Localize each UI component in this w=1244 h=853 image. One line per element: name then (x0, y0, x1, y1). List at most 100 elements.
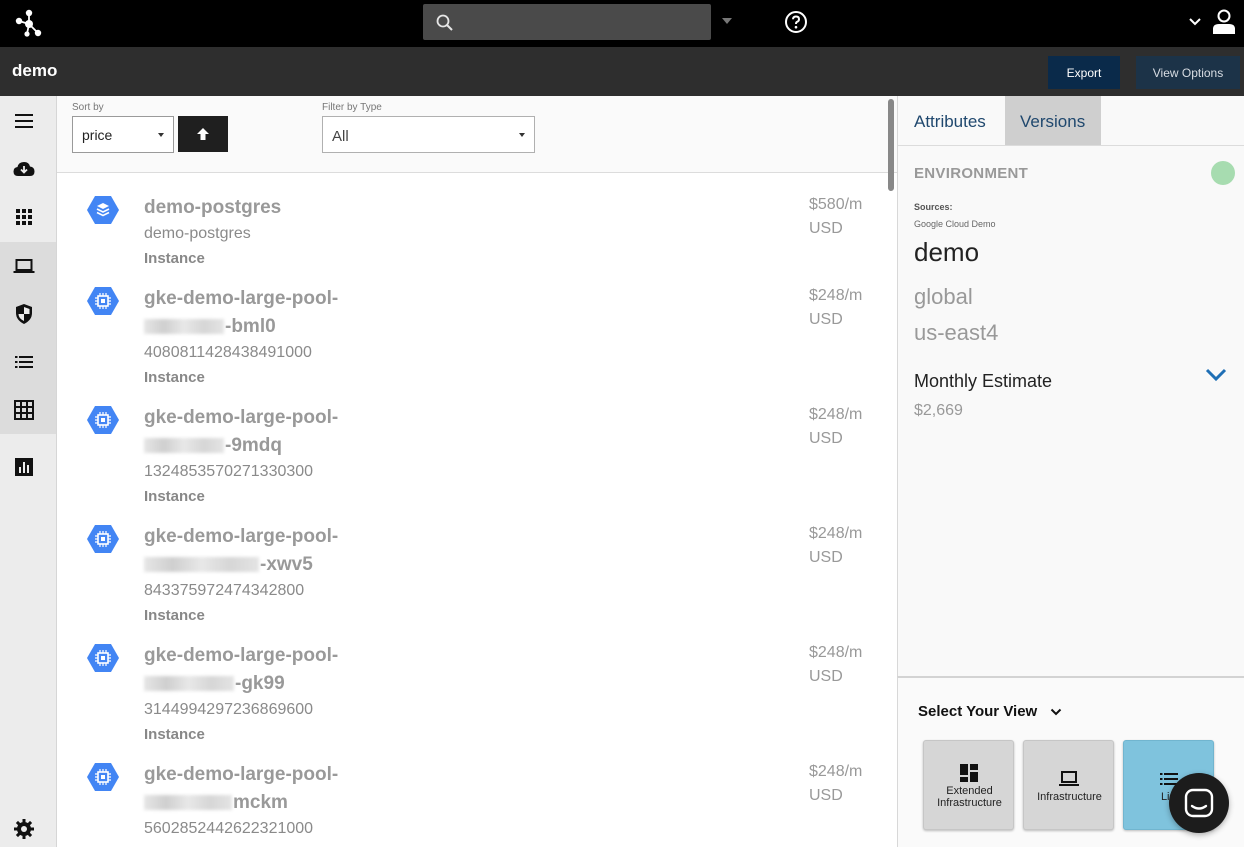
resource-name-line2: -gk99 (235, 673, 285, 694)
price-value: $248/m (809, 406, 863, 423)
list-scrollbar[interactable] (888, 99, 894, 191)
menu-icon (15, 114, 33, 128)
tab-versions[interactable]: Versions (1005, 96, 1101, 145)
list-item[interactable]: gke-demo-large-pool- mckm 56028524426223… (57, 758, 887, 847)
tab-divider (898, 145, 1244, 146)
resource-type: Instance (144, 369, 205, 386)
caret-down-icon (519, 133, 525, 137)
resource-list: demo-postgres demo-postgres Instance $58… (57, 173, 897, 847)
list-item[interactable]: gke-demo-large-pool- -xwv5 8433759724743… (57, 520, 887, 639)
list-item[interactable]: demo-postgres demo-postgres Instance $58… (57, 173, 887, 292)
laptop-icon (13, 259, 35, 273)
environment-header: demo Export View Options (0, 47, 1244, 96)
resource-name[interactable]: gke-demo-large-pool- -xwv5 (144, 523, 404, 579)
sort-select[interactable]: price (72, 116, 174, 153)
compute-chip-icon (87, 287, 119, 315)
tab-attributes[interactable]: Attributes (898, 96, 1004, 145)
environment-name: demo (914, 237, 980, 267)
sidebar-item-table[interactable] (0, 386, 56, 434)
price-currency: USD (809, 549, 843, 566)
price-value: $248/m (809, 287, 863, 304)
export-button[interactable]: Export (1048, 56, 1120, 89)
list-icon (15, 356, 33, 368)
sort-select-value: price (82, 127, 113, 143)
compute-chip-icon (87, 763, 119, 791)
sidebar-item-list[interactable] (0, 338, 56, 386)
chevron-down-icon[interactable] (1188, 16, 1202, 28)
view-options-button[interactable]: View Options (1136, 56, 1240, 89)
monthly-estimate-value: $2,669 (914, 402, 963, 419)
sidebar-item-infrastructure[interactable] (0, 242, 56, 290)
view-card-label: Infrastructure (937, 797, 1002, 809)
redacted-text (144, 557, 259, 573)
chat-icon (1184, 788, 1214, 818)
sources-value: Google Cloud Demo (914, 219, 996, 229)
resource-id: 4080811428438491000 (144, 344, 312, 361)
compute-chip-icon (87, 525, 119, 553)
sidebar-item-security[interactable] (0, 290, 56, 338)
resource-name[interactable]: demo-postgres (144, 194, 404, 222)
resource-name-line1: gke-demo-large-pool- (144, 764, 339, 785)
table-grid-icon (14, 400, 34, 420)
price-value: $580/m (809, 196, 863, 213)
redacted-text (144, 795, 232, 811)
search-box[interactable] (423, 4, 711, 40)
chat-launcher-button[interactable] (1169, 773, 1229, 833)
price-value: $248/m (809, 525, 863, 542)
price-currency: USD (809, 430, 843, 447)
sidebar-item-download[interactable] (0, 145, 56, 193)
resource-name-line1: gke-demo-large-pool- (144, 526, 339, 547)
view-card-extended-infrastructure[interactable]: Extended Infrastructure (923, 740, 1014, 830)
price-value: $248/m (809, 763, 863, 780)
tab-label: Versions (1020, 112, 1086, 131)
app-logo-icon[interactable] (14, 9, 44, 37)
price-currency: USD (809, 220, 843, 237)
sidebar-item-menu[interactable] (0, 97, 56, 145)
resource-name-line2: -xwv5 (260, 554, 313, 575)
arrow-up-icon (197, 128, 209, 140)
sidebar (0, 96, 57, 847)
resource-name-line2: -9mdq (225, 435, 282, 456)
chevron-down-icon[interactable] (1050, 707, 1062, 717)
redacted-text (144, 438, 224, 454)
resource-name[interactable]: gke-demo-large-pool- -gk99 (144, 642, 404, 698)
bar-chart-icon (15, 458, 33, 476)
resource-name[interactable]: gke-demo-large-pool- -bml0 (144, 285, 404, 341)
search-input[interactable] (463, 4, 703, 40)
resource-name-line2: mckm (233, 792, 288, 813)
help-icon[interactable] (784, 10, 808, 34)
sort-direction-button[interactable] (178, 116, 228, 152)
view-selector-title[interactable]: Select Your View (918, 703, 1037, 720)
resource-price: $248/m USD (809, 403, 862, 451)
chevron-down-icon[interactable] (1205, 367, 1227, 383)
sidebar-item-reports[interactable] (0, 443, 56, 491)
resource-type: Instance (144, 726, 205, 743)
sidebar-item-apps[interactable] (0, 193, 56, 241)
laptop-icon (1059, 771, 1079, 786)
page-title: demo (12, 61, 58, 80)
filter-type-select[interactable]: All (322, 116, 535, 153)
resource-price: $248/m USD (809, 760, 862, 808)
database-icon (87, 196, 119, 224)
cloud-download-icon (13, 162, 35, 176)
resource-price: $580/m USD (809, 193, 862, 241)
sidebar-item-settings[interactable] (0, 805, 56, 853)
filter-label: Filter by Type (322, 102, 382, 113)
search-dropdown-caret-icon[interactable] (722, 18, 732, 24)
view-card-infrastructure[interactable]: Infrastructure (1023, 740, 1114, 830)
resource-name-line2: -bml0 (225, 316, 276, 337)
list-item[interactable]: gke-demo-large-pool- -9mdq 1324853570271… (57, 401, 887, 520)
resource-name-line1: gke-demo-large-pool- (144, 407, 339, 428)
search-icon (436, 14, 453, 31)
view-card-label: Extended (946, 785, 993, 797)
resource-name[interactable]: gke-demo-large-pool- -9mdq (144, 404, 404, 460)
resource-type: Instance (144, 250, 205, 267)
user-avatar-icon[interactable] (1212, 9, 1236, 35)
resource-type: Instance (144, 488, 205, 505)
list-item[interactable]: gke-demo-large-pool- -bml0 4080811428438… (57, 282, 887, 401)
tab-label: Attributes (914, 112, 986, 131)
resource-name[interactable]: gke-demo-large-pool- mckm (144, 761, 404, 817)
list-item[interactable]: gke-demo-large-pool- -gk99 3144994297236… (57, 639, 887, 758)
resource-id: 1324853570271330300 (144, 463, 314, 480)
gear-icon (14, 819, 34, 839)
